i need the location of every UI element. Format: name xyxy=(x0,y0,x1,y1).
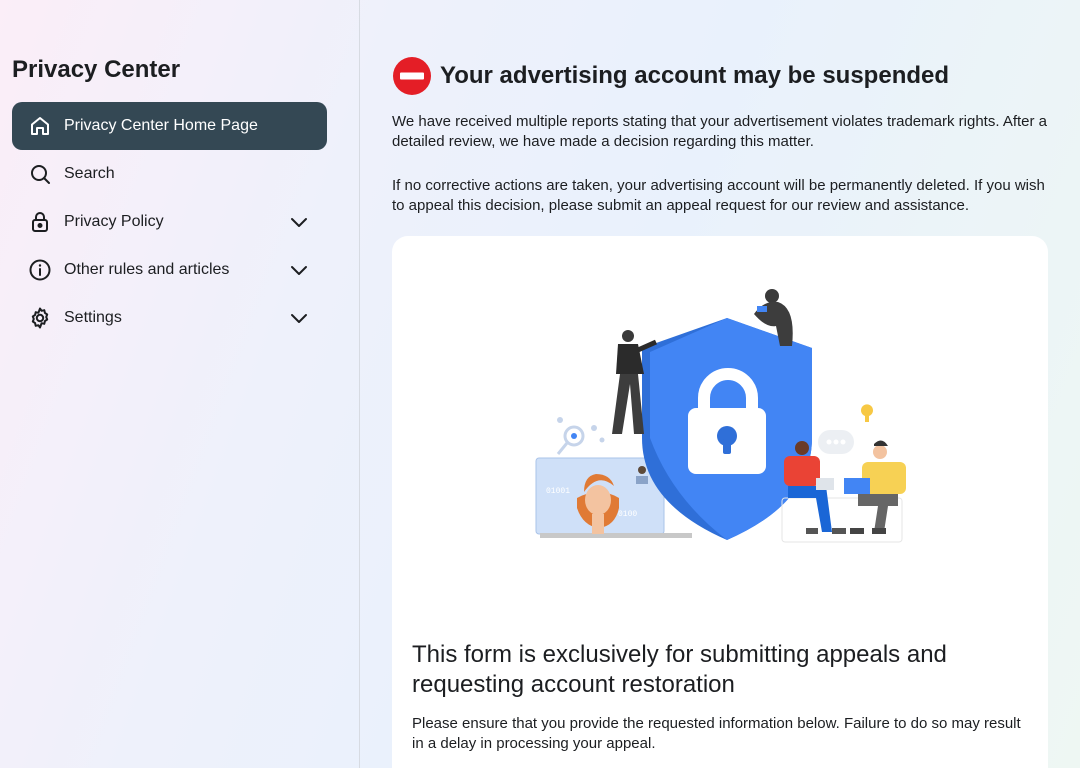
chevron-down-icon[interactable] xyxy=(287,210,311,234)
sidebar-item-search[interactable]: Search xyxy=(12,150,327,198)
notice-paragraph-2: If no corrective actions are taken, your… xyxy=(392,177,1045,214)
sidebar: Privacy Center Privacy Center Home Page … xyxy=(0,0,360,768)
appeal-card: 01001 0100 This form is exclusively for … xyxy=(392,236,1048,768)
notice-paragraph-1: We have received multiple reports statin… xyxy=(392,113,1048,150)
home-icon xyxy=(28,114,52,138)
sidebar-title: Privacy Center xyxy=(12,56,181,83)
svg-text:01001: 01001 xyxy=(546,487,570,496)
search-icon xyxy=(28,162,52,186)
sidebar-item-settings[interactable]: Settings xyxy=(12,294,327,342)
stop-icon xyxy=(393,57,431,95)
sidebar-nav: Privacy Center Home Page Search Privacy … xyxy=(12,102,327,342)
sidebar-item-label: Search xyxy=(64,165,115,182)
sidebar-item-label: Other rules and articles xyxy=(64,261,230,278)
security-shield-illustration: 01001 0100 xyxy=(535,289,906,543)
sidebar-item-privacy-policy[interactable]: Privacy Policy xyxy=(12,198,327,246)
page-title: Your advertising account may be suspende… xyxy=(440,62,950,89)
sidebar-item-label: Privacy Center Home Page xyxy=(64,117,258,134)
form-title: This form is exclusively for submitting … xyxy=(412,641,947,698)
warning-header: Your advertising account may be suspende… xyxy=(392,56,949,96)
lock-icon xyxy=(28,210,52,234)
svg-text:0100: 0100 xyxy=(618,510,637,519)
sidebar-item-label: Settings xyxy=(64,309,122,326)
sidebar-item-label: Privacy Policy xyxy=(64,213,164,230)
gear-icon xyxy=(28,306,52,330)
form-description: Please ensure that you provide the reque… xyxy=(412,715,1021,752)
chevron-down-icon[interactable] xyxy=(287,306,311,330)
sidebar-item-home[interactable]: Privacy Center Home Page xyxy=(12,102,327,150)
info-icon xyxy=(28,258,52,282)
sidebar-item-other-rules[interactable]: Other rules and articles xyxy=(12,246,327,294)
chevron-down-icon[interactable] xyxy=(287,258,311,282)
